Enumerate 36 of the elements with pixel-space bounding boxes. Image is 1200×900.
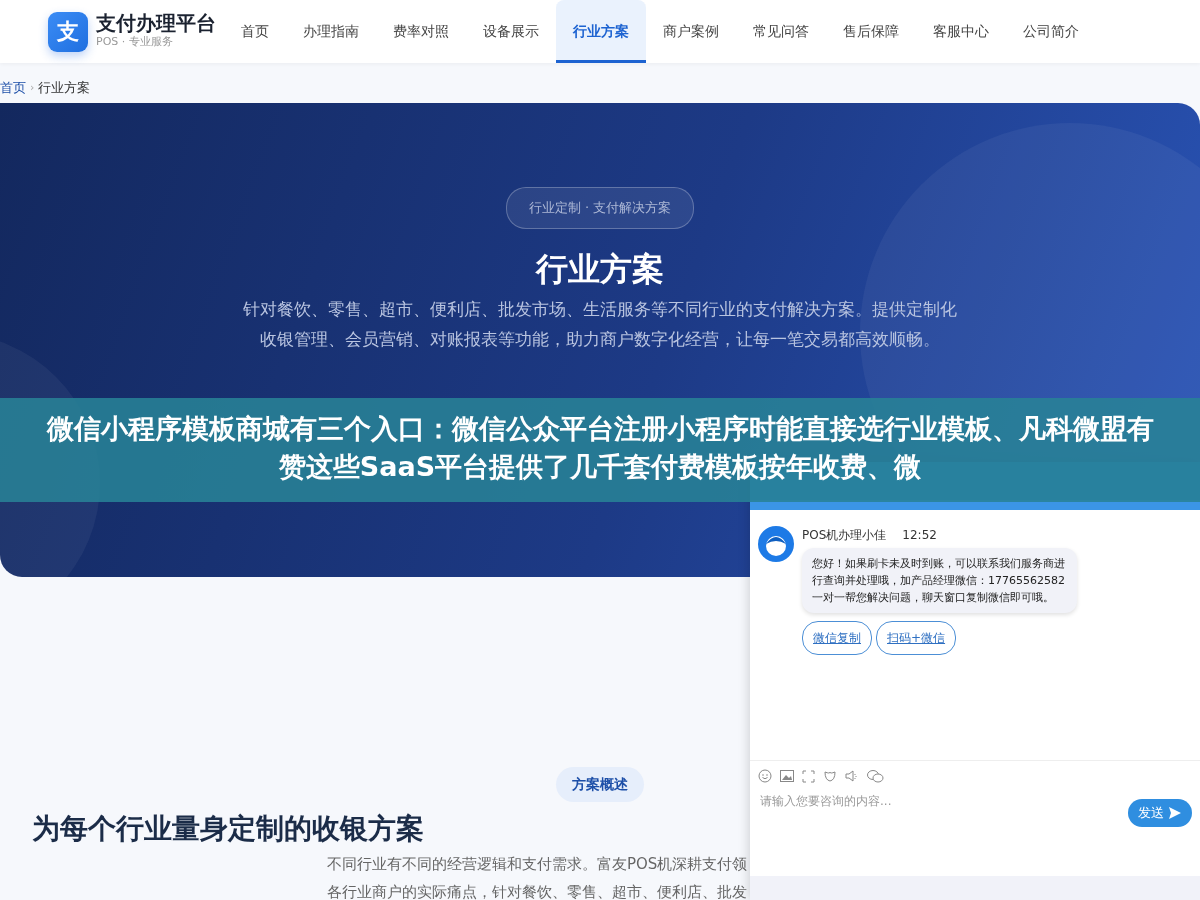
section-text-line: 不同行业有不同的经营逻辑和支付需求。富友POS机深耕支付领	[327, 853, 748, 875]
nav-tab[interactable]: 商户案例	[646, 0, 736, 63]
chat-message: 您好！如果刷卡未及时到账，可以联系我们服务商进行查询并处理哦，加产品经理微信：17765562582 一对一帮您解决问题，聊天窗口复制微信即可哦。	[802, 548, 1077, 613]
nav-tab[interactable]: 费率对照	[376, 0, 466, 63]
hero-description: 针对餐饮、零售、超市、便利店、批发市场、生活服务等不同行业的支付解决方案。提供定制化收银管理、会员营销、对账报表等功能，助力商户数字化经营，让每一笔交易都高效顺畅。	[242, 298, 958, 352]
site-name: 支付办理平台	[96, 12, 216, 35]
hero-title: 行业方案	[536, 248, 664, 290]
section-tag: 方案概述	[556, 767, 644, 802]
breadcrumb-separator: ›	[30, 82, 35, 95]
section-heading: 为每个行业量身定制的收银方案	[32, 812, 424, 846]
fullscreen-icon[interactable]	[802, 769, 815, 783]
nav-tab[interactable]: 设备展示	[466, 0, 556, 63]
chat-bubbles-icon[interactable]	[867, 769, 884, 783]
avatar-icon	[758, 526, 794, 562]
nav-tab[interactable]: 售后保障	[826, 0, 916, 63]
nav-tab[interactable]: 首页	[224, 0, 286, 63]
nav-tab[interactable]: 公司简介	[1006, 0, 1096, 63]
logo[interactable]: 支	[48, 11, 88, 52]
section-text-line: 各行业商户的实际痛点，针对餐饮、零售、超市、便利店、批发	[327, 881, 747, 900]
breadcrumb-link[interactable]: 首页	[0, 81, 26, 96]
chat-action-link[interactable]: 扫码+微信	[876, 621, 957, 655]
site-tagline: POS · 专业服务	[96, 34, 174, 51]
overlay-caption: 微信小程序模板商城有三个入口：微信公众平台注册小程序时能直接选行业模板、凡科微盟有赞这些SaaS平台提供了几千套付费模板按年收费、微	[0, 398, 1200, 502]
nav-tab[interactable]: 客服中心	[916, 0, 1006, 63]
nav-tab[interactable]: 行业方案	[556, 0, 646, 63]
nav-tab[interactable]: 办理指南	[286, 0, 376, 63]
emoji-icon[interactable]	[758, 769, 772, 783]
chat-action-link[interactable]: 微信复制	[802, 621, 872, 655]
nav-tab[interactable]: 常见问答	[736, 0, 826, 63]
send-icon	[1168, 805, 1182, 820]
speaker-icon[interactable]	[845, 769, 859, 783]
image-icon[interactable]	[780, 770, 794, 782]
sender-name: POS机办理小佳	[802, 527, 887, 544]
breadcrumb-current: 行业方案	[38, 81, 91, 96]
message-time: 12:52	[902, 527, 937, 544]
hero-tag: 行业定制 · 支付解决方案	[505, 187, 695, 229]
